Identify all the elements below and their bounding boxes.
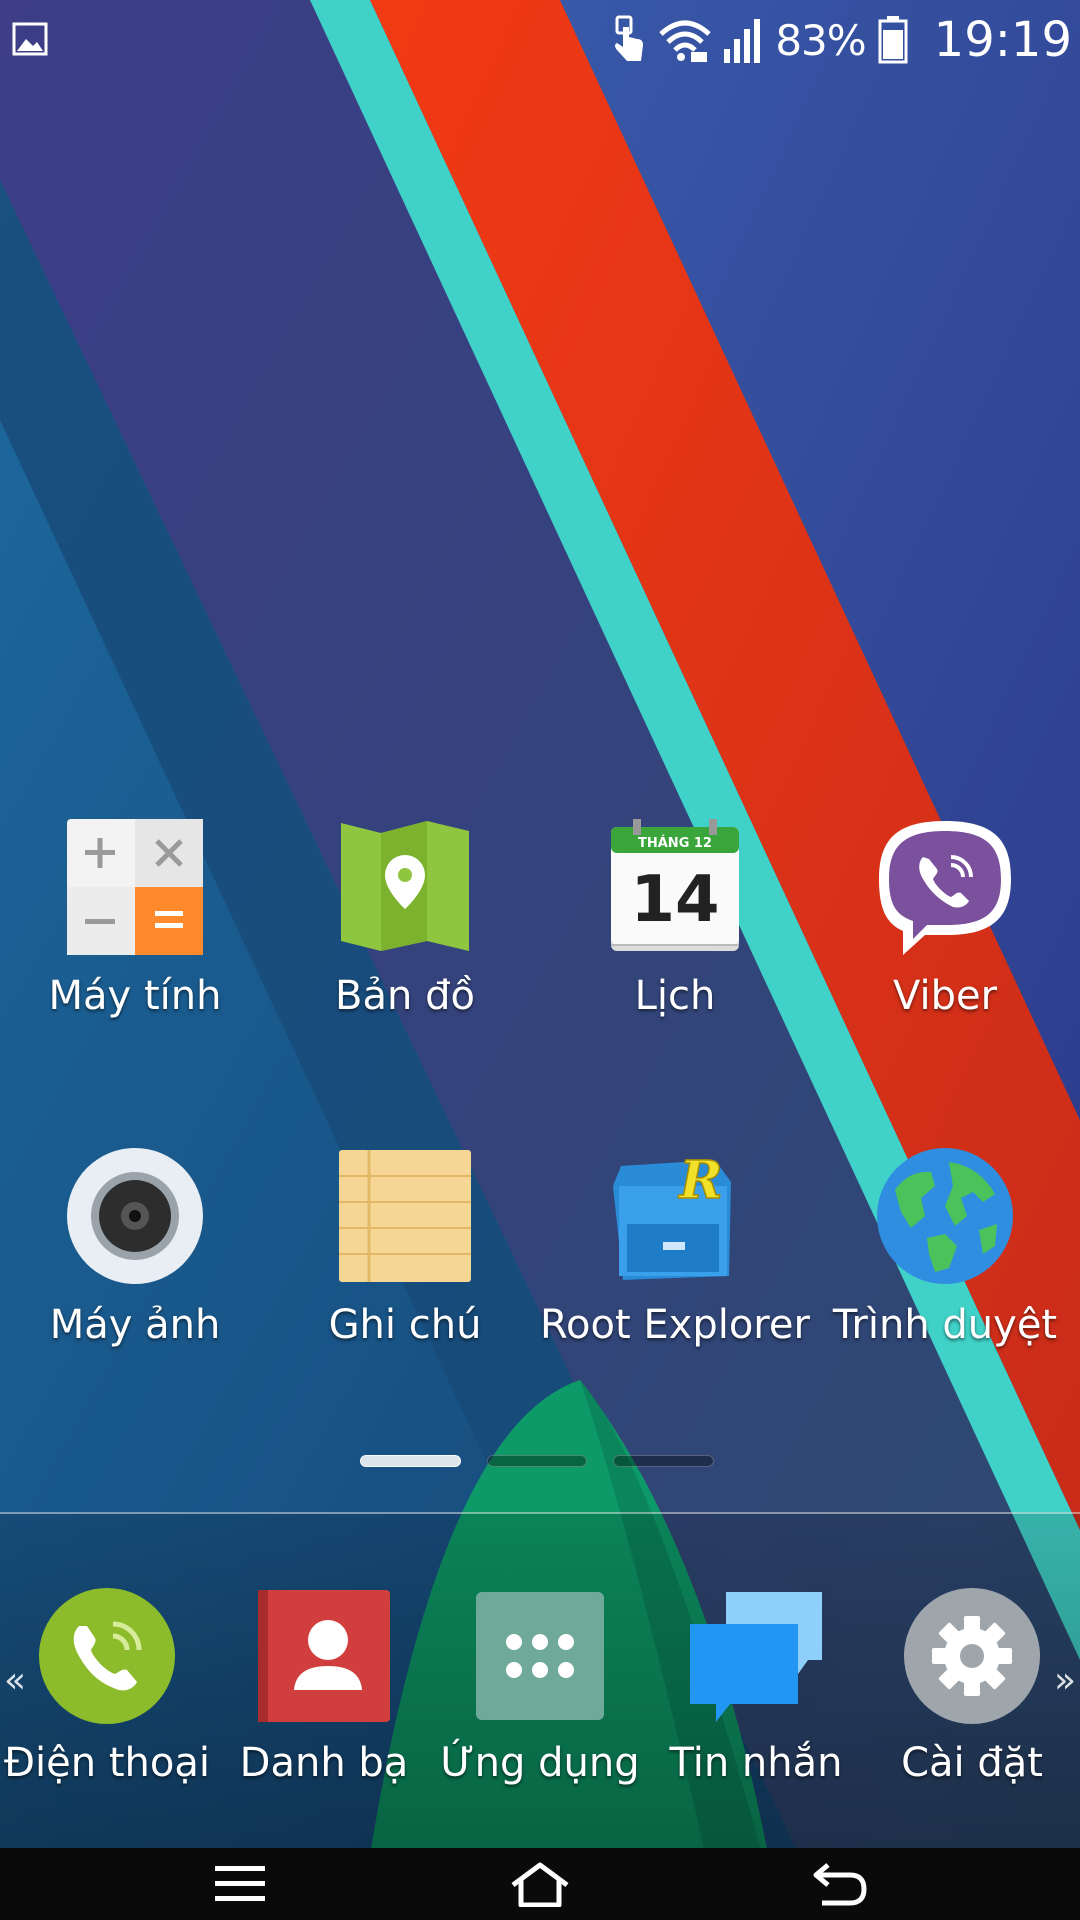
battery-icon bbox=[878, 16, 908, 64]
app-label: Danh bạ bbox=[239, 1740, 409, 1786]
home-button[interactable] bbox=[495, 1856, 585, 1912]
home-icon bbox=[511, 1862, 569, 1907]
notes-icon bbox=[339, 1150, 471, 1282]
root-explorer-icon: R bbox=[613, 1149, 731, 1280]
app-label: Trình duyệt bbox=[832, 1302, 1058, 1348]
dock-app-phone[interactable]: Điện thoại bbox=[0, 1586, 215, 1786]
app-label: Tin nhắn bbox=[669, 1740, 843, 1786]
battery-percent: 83% bbox=[775, 15, 866, 65]
app-camera[interactable]: Máy ảnh bbox=[0, 1146, 270, 1348]
app-maps[interactable]: Bản đồ bbox=[270, 817, 540, 1019]
gallery-icon bbox=[12, 22, 48, 56]
dock-app-settings[interactable]: Cài đặt bbox=[864, 1586, 1080, 1786]
touch-icon bbox=[615, 15, 644, 61]
dock-divider bbox=[0, 1512, 1080, 1514]
maps-icon bbox=[341, 821, 469, 951]
app-label: Ứng dụng bbox=[440, 1740, 640, 1786]
clock: 19:19 bbox=[933, 12, 1072, 68]
app-label: Bản đồ bbox=[335, 973, 475, 1019]
page-dot-1[interactable] bbox=[360, 1455, 461, 1467]
page-dot-2[interactable] bbox=[486, 1455, 588, 1467]
calendar-day: 14 bbox=[630, 863, 719, 937]
page-dot-3[interactable] bbox=[613, 1455, 715, 1467]
dock-app-apps[interactable]: Ứng dụng bbox=[432, 1586, 648, 1786]
dock-app-messages[interactable]: Tin nhắn bbox=[648, 1586, 864, 1786]
app-label: Viber bbox=[892, 973, 998, 1019]
wifi-icon bbox=[659, 20, 712, 62]
app-root-explorer[interactable]: R Root Explorer bbox=[540, 1146, 810, 1348]
app-label: Máy ảnh bbox=[49, 1302, 221, 1348]
app-label: Ghi chú bbox=[328, 1302, 482, 1348]
camera-icon bbox=[67, 1148, 203, 1284]
app-calendar[interactable]: THÁNG 12 14 Lịch bbox=[540, 817, 810, 1019]
app-label: Máy tính bbox=[48, 973, 222, 1019]
gear-icon bbox=[904, 1588, 1040, 1724]
app-calculator[interactable]: Máy tính bbox=[0, 817, 270, 1019]
app-label: Lịch bbox=[634, 973, 716, 1019]
dock-app-contacts[interactable]: Danh bạ bbox=[216, 1586, 432, 1786]
calendar-icon: THÁNG 12 14 bbox=[611, 819, 739, 951]
back-icon bbox=[813, 1863, 867, 1906]
status-bar: 83% 19:19 bbox=[0, 0, 1080, 80]
app-viber[interactable]: Viber bbox=[810, 817, 1080, 1019]
calculator-icon bbox=[67, 819, 203, 955]
signal-icon bbox=[724, 19, 761, 63]
app-label: Điện thoại bbox=[4, 1740, 210, 1786]
viber-icon bbox=[879, 821, 1011, 955]
menu-button[interactable] bbox=[195, 1856, 285, 1912]
menu-icon bbox=[215, 1866, 265, 1901]
page-indicator bbox=[360, 1455, 715, 1467]
back-button[interactable] bbox=[795, 1856, 885, 1912]
messages-icon bbox=[690, 1592, 822, 1722]
app-label: Cài đặt bbox=[901, 1740, 1043, 1786]
app-browser[interactable]: Trình duyệt bbox=[810, 1146, 1080, 1348]
phone-icon bbox=[39, 1588, 175, 1724]
globe-icon bbox=[877, 1148, 1013, 1284]
app-notes[interactable]: Ghi chú bbox=[270, 1146, 540, 1348]
svg-text:R: R bbox=[677, 1150, 722, 1211]
contacts-icon bbox=[258, 1590, 390, 1722]
app-label: Root Explorer bbox=[540, 1302, 810, 1348]
navigation-bar bbox=[0, 1848, 1080, 1920]
apps-grid-icon bbox=[476, 1592, 604, 1720]
calendar-month: THÁNG 12 bbox=[638, 835, 712, 851]
